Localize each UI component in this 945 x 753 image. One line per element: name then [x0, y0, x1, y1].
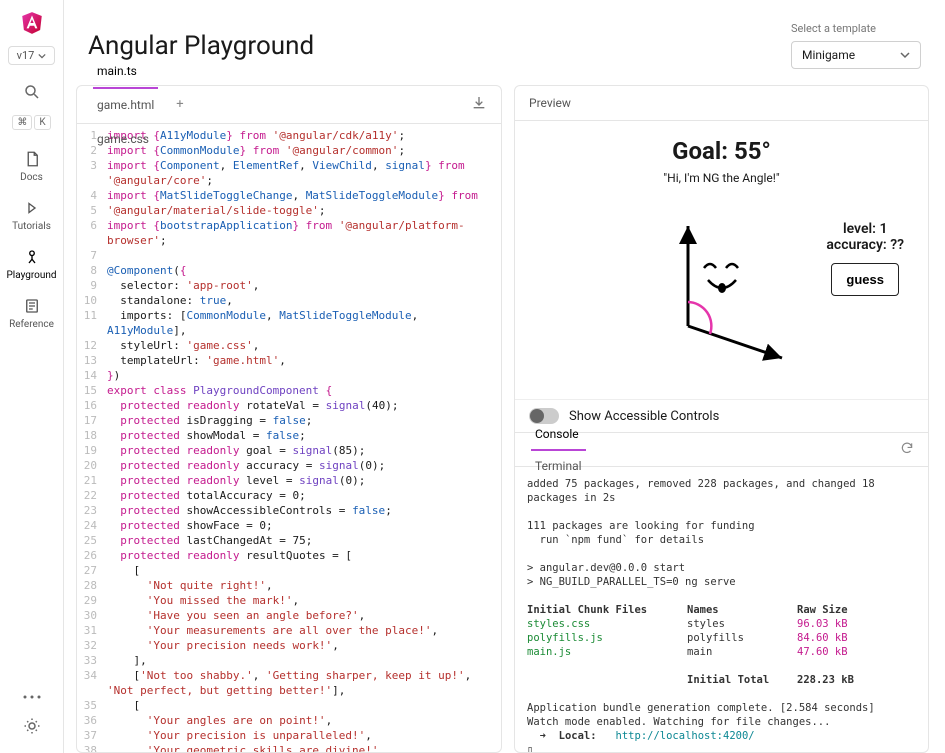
console-tabs: ConsoleTerminal: [515, 433, 928, 467]
console-output[interactable]: added 75 packages, removed 228 packages,…: [515, 467, 928, 752]
tab-main-ts[interactable]: main.ts: [85, 54, 166, 88]
nav-reference[interactable]: Reference: [6, 289, 56, 338]
angular-logo: [19, 10, 45, 36]
download-icon[interactable]: [465, 89, 493, 121]
editor-panel: main.tsgame.htmlgame.css + 1import {A11y…: [76, 85, 502, 753]
preview-header: Preview: [515, 86, 928, 121]
template-select[interactable]: Minigame: [791, 41, 921, 69]
chevron-down-icon: [900, 50, 910, 60]
add-tab-button[interactable]: +: [166, 87, 193, 122]
refresh-icon[interactable]: [894, 435, 920, 465]
console-tab-terminal[interactable]: Terminal: [523, 450, 594, 482]
console-tab-console[interactable]: Console: [523, 418, 594, 450]
chevron-down-icon: [38, 52, 46, 60]
preview-canvas: Goal: 55° "Hi, I'm NG the Angle!": [515, 121, 928, 399]
search-icon[interactable]: [23, 83, 41, 101]
accuracy-text: accuracy: ??: [826, 237, 904, 253]
guess-button[interactable]: guess: [831, 263, 899, 296]
version-pill[interactable]: v17: [8, 46, 56, 65]
kbd-shortcut: ⌘ K: [12, 115, 50, 130]
quote-text: "Hi, I'm NG the Angle!": [663, 171, 779, 185]
more-icon[interactable]: [23, 688, 41, 703]
template-label: Select a template: [791, 22, 921, 35]
nav-docs[interactable]: Docs: [6, 142, 56, 191]
angle-graphic[interactable]: [632, 208, 812, 368]
nav-playground[interactable]: Playground: [6, 240, 56, 289]
theme-icon[interactable]: [23, 717, 41, 739]
tab-game-css[interactable]: game.css: [85, 122, 166, 156]
sidebar: v17 ⌘ K DocsTutorialsPlaygroundReference: [0, 0, 64, 753]
file-tabs: main.tsgame.htmlgame.css +: [77, 86, 501, 124]
goal-text: Goal: 55°: [672, 137, 771, 165]
nav-tutorials[interactable]: Tutorials: [6, 191, 56, 240]
tab-game-html[interactable]: game.html: [85, 88, 166, 122]
code-editor[interactable]: 1import {A11yModule} from '@angular/cdk/…: [77, 124, 501, 752]
level-text: level: 1: [826, 221, 904, 237]
